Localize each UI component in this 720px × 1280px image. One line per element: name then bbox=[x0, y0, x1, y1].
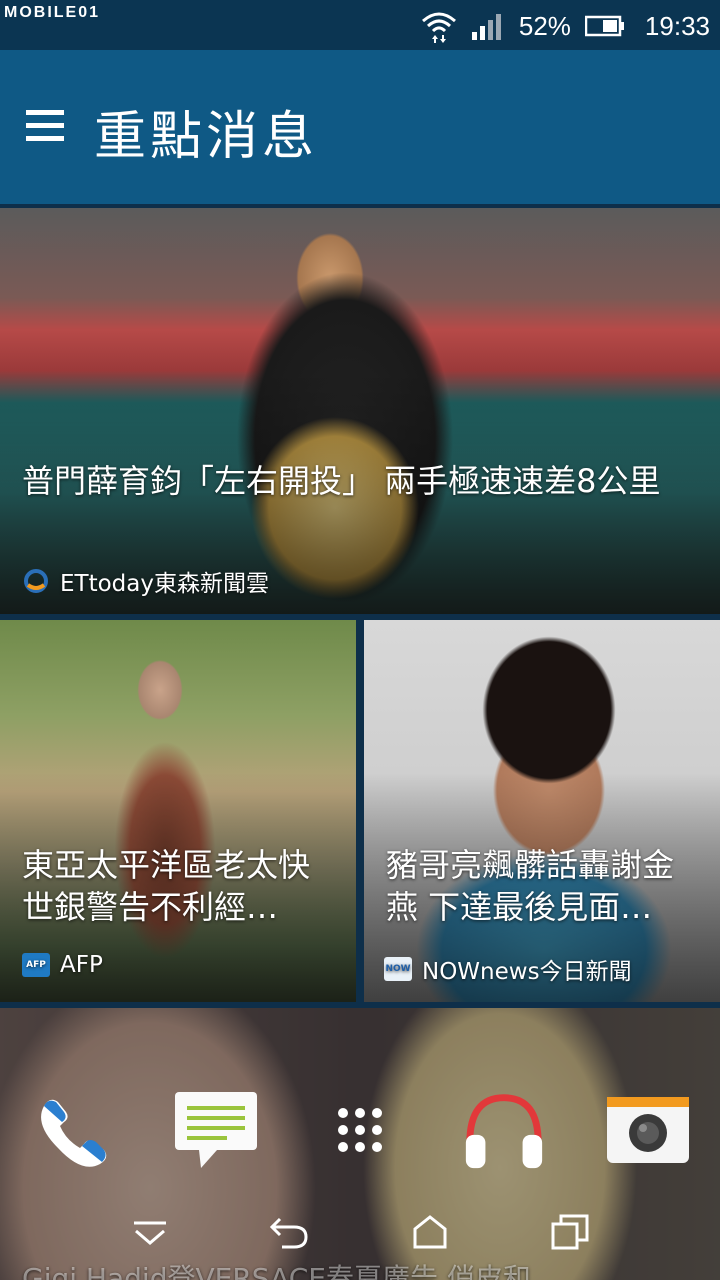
battery-icon bbox=[584, 14, 625, 38]
home-icon[interactable] bbox=[400, 1202, 460, 1262]
app-drawer-icon[interactable] bbox=[316, 1086, 404, 1174]
news-headline: 東亞太平洋區老太快 世銀警告不利經… bbox=[22, 846, 311, 926]
news-source: AFP AFP bbox=[22, 952, 103, 978]
news-source-name: ETtoday東森新聞雲 bbox=[60, 571, 269, 597]
menu-icon[interactable] bbox=[26, 110, 66, 144]
wifi-icon bbox=[421, 9, 457, 43]
ettoday-logo-icon bbox=[22, 569, 50, 593]
watermark: MOBILE01 bbox=[4, 4, 101, 21]
status-bar: MOBILE01 52% 19:33 bbox=[0, 0, 720, 50]
page-title: 重點消息 bbox=[94, 107, 319, 167]
camera-icon[interactable] bbox=[604, 1086, 692, 1174]
back-icon[interactable] bbox=[260, 1202, 320, 1262]
news-card-featured[interactable]: 普門薛育鈞「左右開投」 兩手極速速差8公里 ETtoday東森新聞雲 bbox=[0, 208, 720, 614]
news-card[interactable]: 東亞太平洋區老太快 世銀警告不利經… AFP AFP bbox=[0, 620, 356, 1002]
app-dock bbox=[0, 1080, 720, 1180]
navigation-bar bbox=[0, 1196, 720, 1268]
news-headline: 普門薛育鈞「左右開投」 兩手極速速差8公里 bbox=[22, 462, 661, 500]
news-source-name: AFP bbox=[60, 952, 103, 978]
news-card[interactable]: 豬哥亮飆髒話轟謝金燕 下達最後見面… NOW NOWnews今日新聞 bbox=[364, 620, 720, 1002]
recents-icon[interactable] bbox=[540, 1202, 600, 1262]
news-headline: 豬哥亮飆髒話轟謝金燕 下達最後見面… bbox=[386, 846, 675, 926]
app-bar: 重點消息 bbox=[0, 50, 720, 204]
battery-percentage: 52% bbox=[518, 10, 571, 41]
signal-icon bbox=[471, 12, 505, 40]
phone-icon[interactable] bbox=[28, 1086, 116, 1174]
notifications-pulldown-icon[interactable] bbox=[120, 1202, 180, 1262]
news-source: NOW NOWnews今日新聞 bbox=[384, 952, 632, 986]
news-source-name: NOWnews今日新聞 bbox=[422, 959, 632, 985]
news-source: ETtoday東森新聞雲 bbox=[22, 564, 269, 598]
clock: 19:33 bbox=[644, 10, 710, 41]
music-headphones-icon[interactable] bbox=[460, 1086, 548, 1174]
status-icons: 52% 19:33 bbox=[421, 6, 710, 46]
nownews-logo-icon: NOW bbox=[384, 957, 412, 981]
messages-icon[interactable] bbox=[172, 1086, 260, 1174]
afp-logo-icon: AFP bbox=[22, 953, 50, 977]
